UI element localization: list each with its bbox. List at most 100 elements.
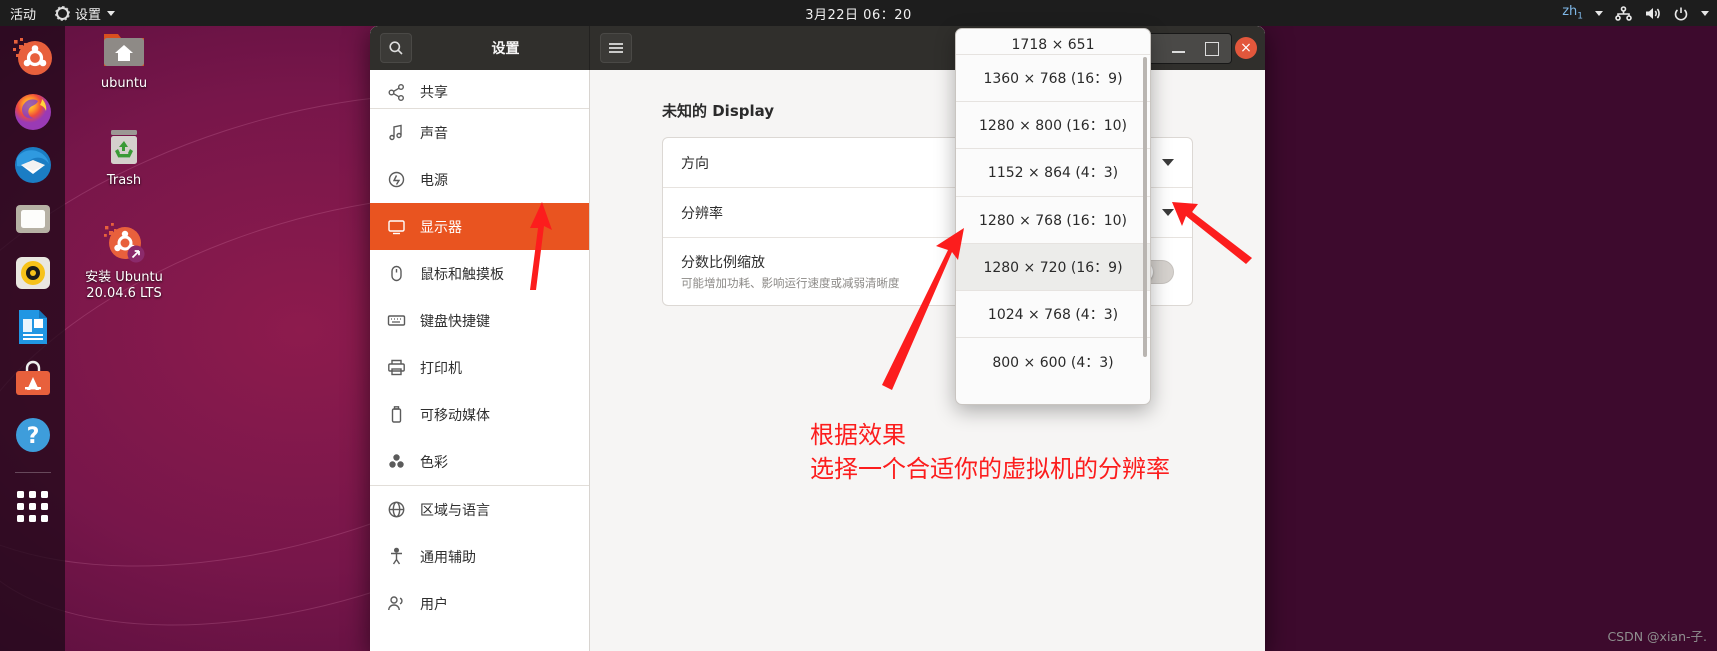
dock-item-firefox[interactable]: [10, 88, 56, 134]
settings-sidebar: 共享 声音 电源 显示器 鼠标和触摸板 键盘快捷键 打印机 可移动媒体 色彩 区…: [370, 70, 590, 651]
status-area[interactable]: zh1: [1562, 4, 1709, 22]
resolution-dropdown[interactable]: 1718 × 651 1360 × 768 (16：9) 1280 × 800 …: [955, 28, 1151, 405]
clock[interactable]: 3月22日 06：20: [0, 4, 1717, 23]
resolution-option[interactable]: 1280 × 800 (16：10): [956, 102, 1150, 150]
power-icon: [1674, 7, 1688, 21]
desktop-icon-home[interactable]: ubuntu: [76, 28, 172, 92]
resolution-option[interactable]: 1024 × 768 (4：3): [956, 291, 1150, 339]
thunderbird-icon: [14, 147, 51, 183]
dock-item-files[interactable]: [10, 196, 56, 242]
resolution-list: 1718 × 651 1360 × 768 (16：9) 1280 × 800 …: [956, 29, 1150, 385]
sidebar-item-label: 通用辅助: [420, 549, 476, 566]
minimize-button[interactable]: [1171, 40, 1187, 56]
close-button[interactable]: ×: [1235, 37, 1257, 59]
sound-icon: [389, 124, 402, 141]
dock: ?: [0, 26, 65, 651]
home-folder-icon: [104, 34, 144, 66]
hamburger-menu-icon: [609, 43, 623, 53]
sidebar-item-universal-access[interactable]: 通用辅助: [370, 533, 589, 580]
show-applications-icon: [17, 490, 48, 522]
row-label: 方向: [681, 155, 709, 172]
resolution-option[interactable]: 1280 × 768 (16：10): [956, 197, 1150, 244]
dock-item-thunderbird[interactable]: [10, 142, 56, 188]
rhythmbox-icon: [15, 257, 50, 289]
keyboard-icon: [387, 315, 406, 326]
removable-media-icon: [391, 406, 402, 423]
sidebar-item-label: 色彩: [420, 454, 448, 471]
desktop-icon-trash[interactable]: Trash: [76, 125, 172, 189]
sidebar-item-label: 区域与语言: [420, 502, 490, 519]
menu-button[interactable]: [600, 33, 632, 63]
sidebar-item-label: 共享: [420, 85, 448, 101]
top-bar: 活动 设置 3月22日 06：20 zh1: [0, 0, 1717, 26]
sidebar-item-label: 可移动媒体: [420, 407, 490, 424]
dock-item-libreoffice-writer[interactable]: [10, 304, 56, 350]
install-ubuntu-icon: [104, 223, 145, 263]
sidebar-item-printers[interactable]: 打印机: [370, 344, 589, 391]
watermark: CSDN @xian-子.: [1607, 629, 1707, 644]
sidebar-item-sharing[interactable]: 共享: [370, 70, 589, 108]
chevron-down-icon[interactable]: [1162, 159, 1174, 166]
display-icon: [388, 220, 405, 235]
sidebar-item-label: 声音: [420, 125, 448, 142]
show-applications-button[interactable]: [10, 483, 56, 529]
desktop-icon-install-ubuntu[interactable]: 安装 Ubuntu 20.04.6 LTS: [76, 218, 172, 303]
resolution-option[interactable]: 800 × 600 (4：3): [956, 338, 1150, 385]
sidebar-item-removable-media[interactable]: 可移动媒体: [370, 391, 589, 438]
printer-icon: [388, 359, 405, 376]
color-icon: [389, 454, 404, 468]
firefox-icon: [14, 94, 51, 130]
mouse-icon: [391, 265, 402, 282]
ubuntu-software-icon: [15, 360, 50, 395]
accessibility-icon: [391, 547, 402, 565]
resolution-option[interactable]: 1360 × 768 (16：9): [956, 55, 1150, 103]
volume-icon: [1646, 7, 1660, 19]
sidebar-item-label: 打印机: [420, 360, 462, 377]
resolution-option[interactable]: 1152 × 864 (4：3): [956, 149, 1150, 197]
sidebar-item-label: 键盘快捷键: [420, 313, 490, 330]
desktop-icon-label: ubuntu: [100, 76, 148, 91]
sidebar-item-label: 鼠标和触摸板: [420, 266, 504, 283]
annotation-line-2: 选择一个合适你的虚拟机的分辨率: [810, 455, 1170, 483]
keyboard-layout-indicator[interactable]: zh1: [1562, 4, 1583, 22]
dock-separator: [14, 472, 51, 473]
trash-icon: [111, 130, 137, 164]
dropdown-scrollbar[interactable]: [1143, 57, 1147, 357]
sidebar-item-label: 电源: [420, 172, 448, 189]
sidebar-item-sound[interactable]: 声音: [370, 109, 589, 156]
desktop-icon-label-line1: 安装 Ubuntu: [85, 270, 163, 285]
libreoffice-writer-icon: [18, 310, 47, 344]
titlebar-right: 显示器 ×: [590, 26, 1265, 70]
titlebar-left: 设置: [370, 26, 590, 70]
share-icon: [388, 84, 404, 101]
svg-text:?: ?: [26, 424, 39, 449]
sidebar-item-label: 显示器: [420, 219, 462, 236]
resolution-option-highlighted[interactable]: 1280 × 720 (16：9): [956, 243, 1150, 291]
annotation-line-1: 根据效果: [810, 421, 906, 449]
ubuntu-logo-icon: [12, 38, 52, 75]
dock-item-help[interactable]: ?: [10, 412, 56, 458]
dock-item-rhythmbox[interactable]: [10, 250, 56, 296]
sidebar-item-color[interactable]: 色彩: [370, 438, 589, 485]
help-icon: ?: [15, 418, 50, 452]
window-controls: ×: [1171, 26, 1257, 70]
window-title: 设置: [491, 41, 520, 57]
dock-item-ubuntu-logo[interactable]: [10, 34, 56, 80]
arrow-to-resolution-chevron: [1172, 202, 1252, 264]
users-icon: [388, 596, 403, 611]
resolution-option[interactable]: 1718 × 651: [956, 29, 1150, 55]
search-button[interactable]: [380, 33, 412, 63]
dock-item-ubuntu-software[interactable]: [10, 358, 56, 404]
sidebar-item-users[interactable]: 用户: [370, 580, 589, 627]
chevron-down-icon: [1595, 10, 1603, 16]
power-icon: [388, 171, 405, 188]
sidebar-item-label: 用户: [420, 596, 448, 613]
files-icon: [15, 205, 50, 233]
sidebar-item-region-language[interactable]: 区域与语言: [370, 486, 589, 533]
globe-icon: [388, 501, 405, 518]
maximize-button[interactable]: [1203, 40, 1219, 56]
search-icon: [389, 41, 403, 55]
sidebar-item-keyboard-shortcuts[interactable]: 键盘快捷键: [370, 297, 589, 344]
desktop-icon-label: Trash: [106, 173, 142, 188]
arrow-to-display-nav: [530, 202, 552, 290]
